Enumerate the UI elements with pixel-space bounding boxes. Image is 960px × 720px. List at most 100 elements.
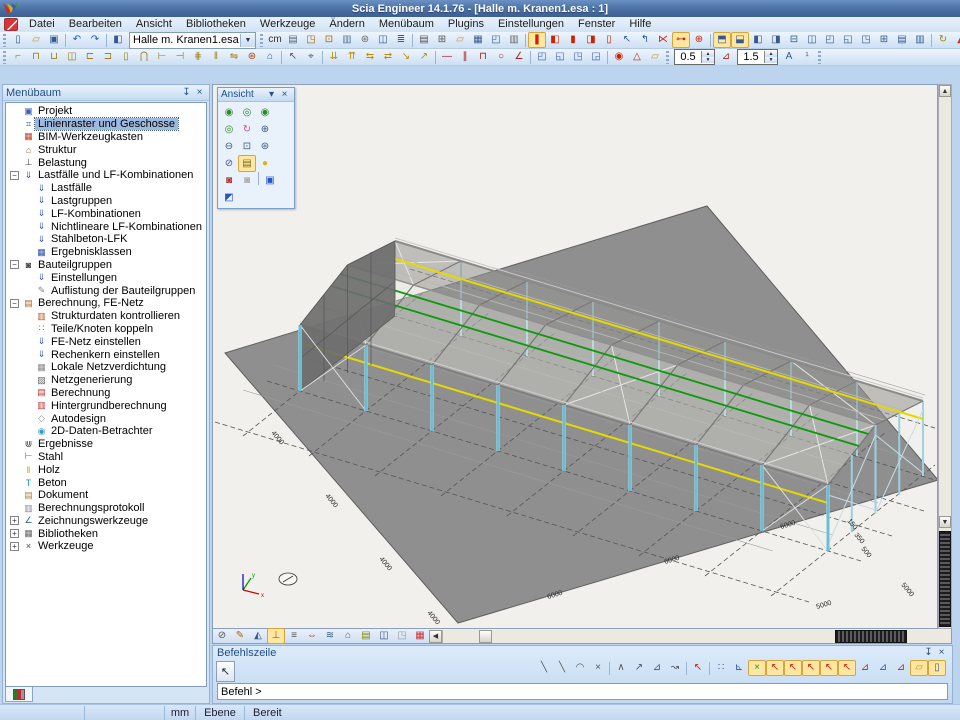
snap-line-icon[interactable]: ╲ — [535, 660, 553, 676]
toolbar-grip[interactable] — [666, 51, 669, 64]
numbering-icon[interactable]: ¹ — [798, 49, 816, 65]
draw-line-icon[interactable]: — — [438, 49, 456, 65]
member-column2-icon[interactable]: ‖ — [207, 49, 225, 65]
wheel-tool-icon[interactable]: ⊛ — [356, 32, 374, 48]
select-filter-4-icon[interactable]: ◨ — [582, 32, 600, 48]
rail-display-icon[interactable]: ≡ — [285, 628, 303, 644]
draw-rectangle-icon[interactable]: ⊓ — [474, 49, 492, 65]
edit-view-icon[interactable]: ✎ — [231, 628, 249, 644]
window-tile-3-icon[interactable]: ◳ — [569, 49, 587, 65]
new-document-icon[interactable]: ▯ — [9, 32, 27, 48]
view-parameters-icon[interactable]: ◩ — [220, 189, 238, 206]
collapse-icon[interactable]: − — [10, 171, 19, 180]
select-filter-2-icon[interactable]: ◧ — [546, 32, 564, 48]
arrows-display-icon[interactable]: ⇔ — [303, 628, 321, 644]
snap-tab-icon[interactable]: ▯ — [928, 660, 946, 676]
menu-werkzeuge[interactable]: Werkzeuge — [253, 18, 322, 30]
escape-cursor-button[interactable]: ↖ — [216, 661, 235, 682]
tree-item-2d-daten-betrachter[interactable]: ◉2D-Daten-Betrachter — [6, 425, 206, 438]
colored-grid-icon[interactable]: ▦ — [411, 628, 429, 644]
member-subregion-icon[interactable]: ⋕ — [189, 49, 207, 65]
menu-datei[interactable]: Datei — [22, 18, 62, 30]
select-polygon-icon[interactable]: ↰ — [636, 32, 654, 48]
tree-item-lastgruppen[interactable]: ⇓Lastgruppen — [6, 195, 206, 208]
tree-item-bauteilgruppen[interactable]: −◙Bauteilgruppen — [6, 259, 206, 272]
swap-tool-icon[interactable]: ⇆ — [361, 49, 379, 65]
scroll-up-icon[interactable]: ▲ — [939, 85, 951, 97]
menu-ansicht[interactable]: Ansicht — [129, 18, 179, 30]
snap-arc-centers-icon[interactable]: ↖ — [838, 660, 856, 676]
zoom-selection-icon[interactable]: ⊘ — [220, 155, 238, 172]
status-units[interactable]: mm — [165, 706, 196, 720]
draw-polyline-icon[interactable]: ∥ — [456, 49, 474, 65]
member-arbitrary-icon[interactable]: ⊐ — [99, 49, 117, 65]
tree-item-stahlbeton-lfk[interactable]: ⇓Stahlbeton-LFK — [6, 233, 206, 246]
toolbar-grip[interactable] — [260, 34, 263, 47]
view-side-icon[interactable]: ◉ — [256, 104, 274, 121]
member-truss-icon[interactable]: ⇋ — [225, 49, 243, 65]
tree-item-berechnungsprotokoll[interactable]: ▥Berechnungsprotokoll — [6, 502, 206, 515]
zoom-out-icon[interactable]: ⊖ — [220, 138, 238, 155]
surface-toggle-icon[interactable]: ◭ — [249, 628, 267, 644]
tree-item-projekt[interactable]: ▣Projekt — [6, 105, 206, 118]
box-tool-icon[interactable]: ◰ — [487, 32, 505, 48]
menu-einstellungen[interactable]: Einstellungen — [491, 18, 571, 30]
table-1-icon[interactable]: ◫ — [374, 32, 392, 48]
tree-item-bim-werkzeugkasten[interactable]: ▦BIM-Werkzeugkasten — [6, 131, 206, 144]
zoom-window-icon[interactable]: ⊡ — [238, 138, 256, 155]
view-window-11-icon[interactable]: ▤ — [893, 32, 911, 48]
snap-midpoints-icon[interactable]: ↖ — [784, 660, 802, 676]
vertical-scrollbar[interactable]: ▲ ▼ — [938, 84, 952, 629]
window-tile-2-icon[interactable]: ◱ — [551, 49, 569, 65]
visibility-eye-icon[interactable]: ◉ — [610, 49, 628, 65]
select-filter-5-icon[interactable]: ▯ — [600, 32, 618, 48]
member-column-icon[interactable]: ⊓ — [27, 49, 45, 65]
member-cross-icon[interactable]: ⊔ — [45, 49, 63, 65]
clipping-box-icon[interactable]: ▣ — [261, 172, 279, 189]
tree-item-teile-knoten-koppeln[interactable]: ∷Teile/Knoten koppeln — [6, 323, 206, 336]
view-window-4-icon[interactable]: ◨ — [767, 32, 785, 48]
tree-item-stahl[interactable]: ⊢Stahl — [6, 451, 206, 464]
redo-icon[interactable]: ↷ — [86, 32, 104, 48]
zoom-all-icon[interactable]: ⊛ — [256, 138, 274, 155]
menu-fenster[interactable]: Fenster — [571, 18, 622, 30]
camera-view-icon[interactable]: ◙ — [220, 172, 238, 189]
printer-2-icon[interactable]: ▤ — [415, 32, 433, 48]
collapse-icon[interactable]: − — [10, 260, 19, 269]
rotate-tool-icon[interactable]: ↘ — [397, 49, 415, 65]
refresh-icon[interactable]: ↻ — [934, 32, 952, 48]
water-display-icon[interactable]: ≋ — [321, 628, 339, 644]
scroll-down-icon[interactable]: ▼ — [939, 516, 951, 528]
tree-item-lokale-netzverdichtung[interactable]: ▦Lokale Netzverdichtung — [6, 361, 206, 374]
snap-angle-icon[interactable]: ∧ — [612, 660, 630, 676]
menu-bearbeiten[interactable]: Bearbeiten — [62, 18, 129, 30]
chevron-down-icon[interactable]: ▾ — [265, 89, 278, 100]
member-star-icon[interactable]: ⊛ — [243, 49, 261, 65]
copy-picture-icon[interactable]: ▥ — [338, 32, 356, 48]
window-grid-icon[interactable]: ◫ — [375, 628, 393, 644]
tree-item-ergebnisklassen[interactable]: ▦Ergebnisklassen — [6, 246, 206, 259]
dot-grid-icon[interactable]: ∷ — [712, 660, 730, 676]
view-window-2-icon[interactable]: ⬓ — [731, 32, 749, 48]
tree-item-dokument[interactable]: ▤Dokument — [6, 489, 206, 502]
tree-item-auflistung-der-bauteilgruppen[interactable]: ✎Auflistung der Bauteilgruppen — [6, 284, 206, 297]
window-grid-off-icon[interactable]: ◳ — [393, 628, 411, 644]
window-tile-4-icon[interactable]: ◲ — [587, 49, 605, 65]
snap-folder-icon[interactable]: ▱ — [910, 660, 928, 676]
export-icon[interactable]: ⊡ — [320, 32, 338, 48]
rotate-view-icon[interactable]: ↻ — [238, 121, 256, 138]
view-window-8-icon[interactable]: ◱ — [839, 32, 857, 48]
expand-icon[interactable]: + — [10, 529, 19, 538]
horizontal-scrollbar[interactable] — [442, 630, 951, 643]
status-plane[interactable]: Ebene XY — [196, 706, 245, 720]
close-window-icon[interactable]: ◧ — [109, 32, 127, 48]
tree-item-bibliotheken[interactable]: +▦Bibliotheken — [6, 527, 206, 540]
select-intersect-icon[interactable]: ⋉ — [654, 32, 672, 48]
load-scale-icon[interactable]: ⊿ — [717, 49, 735, 65]
ansicht-palette-header[interactable]: Ansicht ▾ × — [218, 88, 294, 102]
snap-edge-2-icon[interactable]: ⊿ — [874, 660, 892, 676]
draw-arc-icon[interactable]: ∠ — [510, 49, 528, 65]
pin-icon[interactable]: ↧ — [922, 647, 935, 658]
select-filter-1-icon[interactable]: ❚ — [528, 32, 546, 48]
member-rib-icon[interactable]: ◫ — [63, 49, 81, 65]
